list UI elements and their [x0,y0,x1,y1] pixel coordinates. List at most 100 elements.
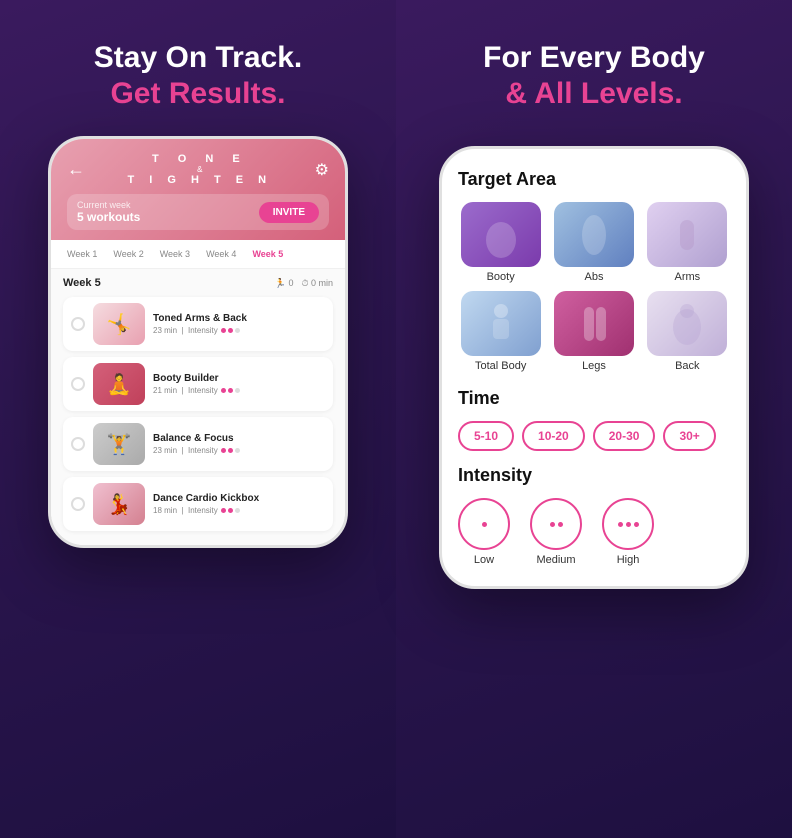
arms-thumb [647,202,727,267]
week-content: Week 5 🏃 0 ⏱ 0 min 🤸 Toned Arms & Back 2… [51,269,345,545]
workout-info-3: Balance & Focus 23 min | Intensity [153,433,325,455]
workout-item-2[interactable]: 🧘 Booty Builder 21 min | Intensity [63,357,333,411]
workout-name-2: Booty Builder [153,373,325,384]
workout-meta-4: 18 min | Intensity [153,506,325,515]
week-tab-5[interactable]: Week 5 [246,246,289,262]
time-section: Time 5-10 10-20 20-30 30+ [458,388,730,451]
workout-meta-1: 23 min | Intensity [153,326,325,335]
phone-header-top: ← T O N E & T I G H T E N ⚙ [67,153,329,186]
week-tab-3[interactable]: Week 3 [154,246,196,262]
left-headline-pink: Get Results. [110,76,285,112]
app-tighten: T I G H T E N [128,174,273,186]
right-headline-white: For Every Body [483,40,705,76]
intensity-item-medium[interactable]: Medium [530,498,582,566]
invite-button[interactable]: INVITE [259,202,319,223]
week-title: Week 5 [63,277,101,289]
stats-time: ⏱ 0 min [301,278,333,289]
workout-name-1: Toned Arms & Back [153,313,325,324]
intensity-dots-2 [221,388,240,393]
intensity-item-low[interactable]: Low [458,498,510,566]
workout-name-3: Balance & Focus [153,433,325,444]
right-headline-pink: & All Levels. [505,76,682,112]
radio-circle-4[interactable] [71,497,85,511]
workout-thumb-2: 🧘 [93,363,145,405]
workout-info-2: Booty Builder 21 min | Intensity [153,373,325,395]
legs-label: Legs [582,360,606,372]
time-title: Time [458,388,730,409]
current-week-label: Current week [77,200,140,210]
workout-meta-2: 21 min | Intensity [153,386,325,395]
total-label: Total Body [475,360,526,372]
radio-circle-2[interactable] [71,377,85,391]
target-item-legs[interactable]: Legs [551,291,636,372]
phone-header: ← T O N E & T I G H T E N ⚙ Current week… [51,139,345,240]
workout-name-4: Dance Cardio Kickbox [153,493,325,504]
workout-thumb-1: 🤸 [93,303,145,345]
legs-thumb [554,291,634,356]
intensity-dots-1 [221,328,240,333]
intensity-circle-medium [530,498,582,550]
abs-label: Abs [585,271,604,283]
time-pill-5-10[interactable]: 5-10 [458,421,514,451]
total-thumb [461,291,541,356]
app-tone: T O N E [152,153,248,165]
right-phone-mockup: Target Area Booty Abs Arms [439,146,749,589]
intensity-title: Intensity [458,465,730,486]
week-tab-2[interactable]: Week 2 [107,246,149,262]
back-label: Back [675,360,699,372]
workout-thumb-3: 🏋 [93,423,145,465]
back-thumb [647,291,727,356]
week-stats: 🏃 0 ⏱ 0 min [275,278,333,289]
week-tab-1[interactable]: Week 1 [61,246,103,262]
week-tabs: Week 1 Week 2 Week 3 Week 4 Week 5 [51,240,345,269]
time-pill-30plus[interactable]: 30+ [663,421,715,451]
current-week-row: Current week 5 workouts INVITE [67,194,329,230]
filter-icon[interactable]: ⚙ [315,160,329,180]
intensity-label-low: Low [474,554,494,566]
radio-circle-3[interactable] [71,437,85,451]
week-title-row: Week 5 🏃 0 ⏱ 0 min [63,277,333,289]
workout-info-1: Toned Arms & Back 23 min | Intensity [153,313,325,335]
booty-thumb [461,202,541,267]
right-panel: For Every Body & All Levels. Target Area… [396,0,792,838]
target-item-booty[interactable]: Booty [458,202,543,283]
workout-thumb-4: 💃 [93,483,145,525]
time-pills: 5-10 10-20 20-30 30+ [458,421,730,451]
intensity-dots-4 [221,508,240,513]
stats-exercises: 🏃 0 [275,278,294,289]
workout-item-1[interactable]: 🤸 Toned Arms & Back 23 min | Intensity [63,297,333,351]
intensity-circle-high [602,498,654,550]
abs-thumb [554,202,634,267]
time-pill-20-30[interactable]: 20-30 [593,421,656,451]
week-tab-4[interactable]: Week 4 [200,246,242,262]
workout-count: 5 workouts [77,210,140,224]
intensity-section: Intensity Low [458,465,730,566]
app-logo: T O N E & T I G H T E N [128,153,273,186]
radio-circle-1[interactable] [71,317,85,331]
target-item-arms[interactable]: Arms [645,202,730,283]
intensity-circle-low [458,498,510,550]
current-week-info: Current week 5 workouts [77,200,140,224]
intensity-label-medium: Medium [536,554,575,566]
intensity-dots-3 [221,448,240,453]
app-amp: & [197,165,202,174]
back-arrow-icon[interactable]: ← [67,159,85,180]
target-item-back[interactable]: Back [645,291,730,372]
intensity-label-high: High [617,554,640,566]
left-headline-white: Stay On Track. [94,40,302,76]
workout-item-3[interactable]: 🏋 Balance & Focus 23 min | Intensity [63,417,333,471]
target-item-abs[interactable]: Abs [551,202,636,283]
intensity-options: Low Medium [458,498,730,566]
target-area-title: Target Area [458,169,730,190]
left-phone-mockup: ← T O N E & T I G H T E N ⚙ Current week… [48,136,348,548]
intensity-item-high[interactable]: High [602,498,654,566]
left-panel: Stay On Track. Get Results. ← T O N E & … [0,0,396,838]
arms-label: Arms [674,271,700,283]
workout-meta-3: 23 min | Intensity [153,446,325,455]
target-grid: Booty Abs Arms Total Body [458,202,730,372]
workout-item-4[interactable]: 💃 Dance Cardio Kickbox 18 min | Intensit… [63,477,333,531]
time-pill-10-20[interactable]: 10-20 [522,421,585,451]
workout-info-4: Dance Cardio Kickbox 18 min | Intensity [153,493,325,515]
booty-label: Booty [487,271,515,283]
target-item-total[interactable]: Total Body [458,291,543,372]
